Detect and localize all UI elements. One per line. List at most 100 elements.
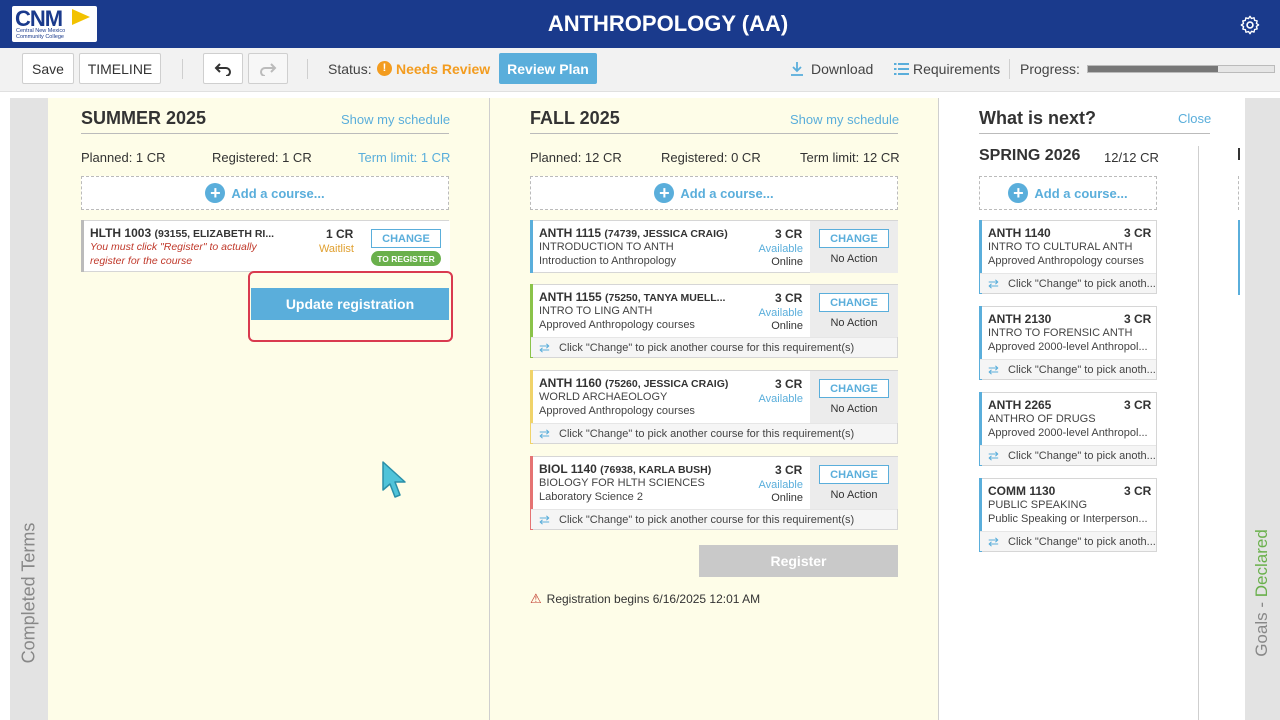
change-course-button[interactable]: CHANGE (371, 229, 441, 248)
course-actions: CHANGE No Action (810, 371, 898, 423)
card-accent-bar (81, 220, 84, 272)
download-icon[interactable] (789, 61, 805, 77)
course-title: INTRO TO LING ANTH (539, 305, 653, 317)
term-divider (938, 98, 939, 720)
course-card-anth-1140[interactable]: ANTH 1140 3 CR INTRO TO CULTURAL ANTH Ap… (979, 220, 1157, 294)
plus-icon: + (654, 183, 675, 203)
close-link[interactable]: Close (1178, 111, 1211, 126)
update-registration-button[interactable]: Update registration (251, 288, 449, 320)
course-credits: 3 CR (775, 227, 803, 241)
undo-button[interactable] (203, 53, 243, 84)
what-is-next-title: What is next? (979, 108, 1097, 128)
course-card-anth-1160[interactable]: ANTH 1160 (75260, JESSICA CRAIG) 3 CR WO… (530, 370, 898, 444)
course-credits: 1 CR (326, 227, 354, 241)
swap-icon: ⇄ (988, 362, 999, 377)
requirement-note: ⇄ Click "Change" to pick another course … (531, 423, 897, 443)
list-icon[interactable] (894, 62, 909, 76)
course-card-hlth-1003[interactable]: HLTH 1003 (93155, ELIZABETH RI... 1 CR Y… (81, 220, 450, 273)
course-card-biol-1140[interactable]: BIOL 1140 (76938, KARLA BUSH) 3 CR BIOLO… (530, 456, 898, 530)
delivery-mode: Online (771, 256, 803, 268)
mouse-cursor-icon (382, 461, 406, 498)
course-actions: CHANGE TO REGISTER (362, 221, 450, 273)
course-section: (74739, JESSICA CRAIG) (604, 228, 728, 240)
course-section: (75250, TANYA MUELL... (605, 292, 726, 304)
show-schedule-link[interactable]: Show my schedule (341, 112, 450, 127)
completed-terms-label: Completed Terms (18, 522, 39, 664)
term-limit[interactable]: Term limit: 1 CR (358, 150, 450, 165)
change-course-button[interactable]: CHANGE (819, 465, 889, 484)
redo-icon (260, 62, 277, 76)
course-title: INTRO TO CULTURAL ANTH (988, 241, 1133, 253)
add-course-button[interactable]: + Add a course... (979, 176, 1157, 210)
course-credits: 3 CR (1124, 226, 1152, 240)
add-course-button[interactable]: + Add a course... (81, 176, 449, 210)
timeline-button[interactable]: TIMELINE (79, 53, 161, 84)
add-course-button[interactable]: + Add a course... (530, 176, 898, 210)
availability-status: Waitlist (318, 243, 354, 255)
show-schedule-link[interactable]: Show my schedule (790, 112, 899, 127)
course-credits: 3 CR (1124, 484, 1152, 498)
requirements-button[interactable]: Requirements (913, 61, 1000, 77)
course-requirement: Public Speaking or Interperson... (988, 513, 1148, 525)
to-register-badge: TO REGISTER (371, 251, 441, 266)
change-course-button[interactable]: CHANGE (819, 293, 889, 312)
course-title: PUBLIC SPEAKING (988, 499, 1088, 511)
completed-terms-tab[interactable]: Completed Terms (10, 98, 48, 720)
course-code: HLTH 1003 (93155, ELIZABETH RI... (90, 226, 285, 240)
course-section: (93155, ELIZABETH RI... (154, 228, 275, 240)
requirement-note-text: Click "Change" to pick anoth... (1008, 364, 1156, 376)
status-label: Status: (328, 61, 372, 77)
term-title-divider (81, 133, 449, 134)
availability-status: Available (758, 307, 803, 319)
requirement-note: ⇄ Click "Change" to pick anoth... (980, 531, 1156, 551)
register-button[interactable]: Register (699, 545, 898, 577)
change-course-button[interactable]: CHANGE (819, 229, 889, 248)
delivery-mode: Online (771, 320, 803, 332)
course-requirement: Approved Anthropology courses (539, 405, 695, 417)
course-section: (76938, KARLA BUSH) (600, 464, 712, 476)
next-title-divider (979, 133, 1210, 134)
course-code: BIOL 1140 (76938, KARLA BUSH) (539, 462, 739, 476)
course-credits: 3 CR (1124, 312, 1152, 326)
course-code-text: BIOL 1140 (539, 462, 597, 476)
toolbar-divider (1009, 59, 1010, 79)
course-card-anth-1155[interactable]: ANTH 1155 (75250, TANYA MUELL... 3 CR IN… (530, 284, 898, 358)
goals-tab[interactable]: Goals - Declared (1245, 98, 1280, 720)
change-course-button[interactable]: CHANGE (819, 379, 889, 398)
course-action: No Action (830, 489, 878, 501)
course-card-anth-2265[interactable]: ANTH 2265 3 CR ANTHRO OF DRUGS Approved … (979, 392, 1157, 466)
registered-credits: Registered: 1 CR (212, 150, 312, 165)
registration-note: ⚠ Registration begins 6/16/2025 12:01 AM (530, 591, 760, 607)
add-course-label: Add a course... (231, 185, 325, 201)
course-card-comm-1130[interactable]: COMM 1130 3 CR PUBLIC SPEAKING Public Sp… (979, 478, 1157, 552)
review-plan-button[interactable]: Review Plan (499, 53, 597, 84)
delivery-mode: Online (771, 492, 803, 504)
download-button[interactable]: Download (811, 61, 873, 77)
course-code-text: ANTH 1160 (539, 376, 602, 390)
course-title: INTRO TO FORENSIC ANTH (988, 327, 1133, 339)
redo-button[interactable] (248, 53, 288, 84)
app-header: CNM Central New Mexico Community College… (0, 0, 1280, 48)
course-card-anth-2130[interactable]: ANTH 2130 3 CR INTRO TO FORENSIC ANTH Ap… (979, 306, 1157, 380)
course-code: ANTH 2265 (988, 398, 1052, 412)
course-code: ANTH 1155 (75250, TANYA MUELL... (539, 290, 739, 304)
swap-icon: ⇄ (988, 276, 999, 291)
requirement-note: ⇄ Click "Change" to pick anoth... (980, 445, 1156, 465)
progress-label: Progress: (1020, 61, 1080, 77)
register-warning: You must click "Register" to actually (90, 241, 257, 253)
swap-icon: ⇄ (539, 426, 550, 441)
save-button[interactable]: Save (22, 53, 74, 84)
course-requirement: Approved 2000-level Anthropol... (988, 427, 1148, 439)
course-code: ANTH 1115 (74739, JESSICA CRAIG) (539, 226, 739, 240)
term-title-divider (530, 133, 898, 134)
course-action: No Action (830, 403, 878, 415)
toolbar: Save TIMELINE Status: ! Needs Review Rev… (0, 48, 1280, 92)
course-requirement: Approved Anthropology courses (539, 319, 695, 331)
requirement-note: ⇄ Click "Change" to pick another course … (531, 509, 897, 529)
progress-bar (1087, 65, 1275, 73)
goals-label: Goals - Declared (1252, 529, 1272, 657)
course-card-anth-1115[interactable]: ANTH 1115 (74739, JESSICA CRAIG) 3 CR IN… (530, 220, 898, 273)
course-title: BIOLOGY FOR HLTH SCIENCES (539, 477, 705, 489)
gear-icon[interactable] (1239, 14, 1261, 36)
planned-credits: Planned: 12 CR (530, 150, 622, 165)
